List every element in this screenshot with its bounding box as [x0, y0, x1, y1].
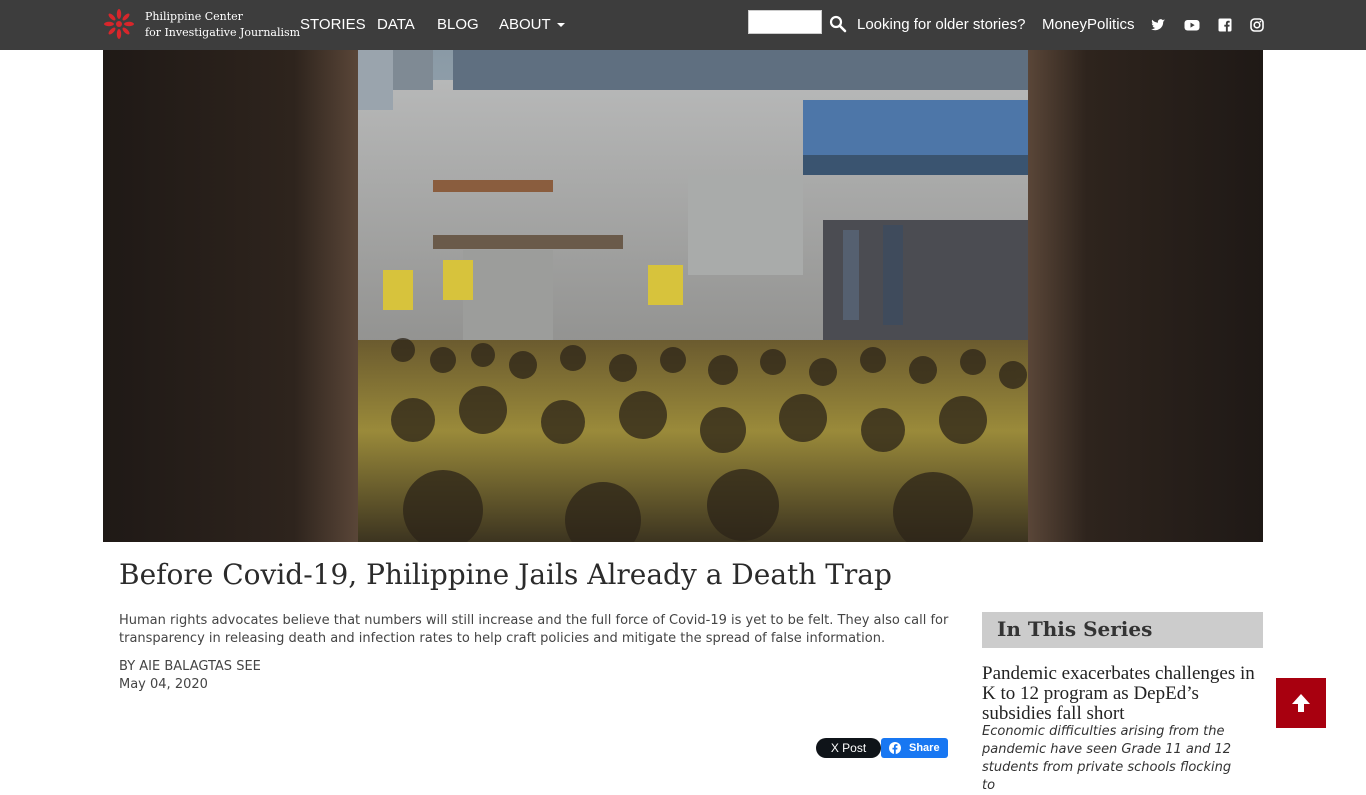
caret-down-icon — [556, 23, 565, 28]
search-icon[interactable] — [826, 12, 850, 36]
article-byline: BY AIE BALAGTAS SEE — [119, 659, 261, 674]
nav-about[interactable]: ABOUT — [499, 0, 565, 50]
back-to-top-button[interactable] — [1276, 678, 1326, 728]
top-navigation-bar: Philippine Center for Investigative Jour… — [0, 0, 1366, 50]
x-post-button[interactable]: X Post — [816, 738, 881, 758]
site-name[interactable]: Philippine Center for Investigative Jour… — [145, 9, 300, 41]
series-item-description: Economic difficulties arising from the p… — [982, 724, 1232, 793]
nav-data[interactable]: DATA — [377, 0, 415, 50]
twitter-icon[interactable] — [1150, 17, 1166, 33]
article-date: May 04, 2020 — [119, 677, 208, 692]
facebook-icon — [889, 742, 901, 754]
older-stories-link[interactable]: Looking for older stories? — [857, 0, 1025, 50]
article-title: Before Covid-19, Philippine Jails Alread… — [119, 558, 892, 591]
site-name-line1: Philippine Center — [145, 10, 243, 23]
nav-blog[interactable]: BLOG — [437, 0, 479, 50]
search-input[interactable] — [748, 10, 822, 34]
series-heading-box: In This Series — [982, 612, 1263, 648]
hero-image — [103, 50, 1263, 542]
facebook-icon[interactable] — [1217, 17, 1233, 33]
moneypolitics-link[interactable]: MoneyPolitics — [1042, 0, 1135, 50]
facebook-share-button[interactable]: Share — [881, 738, 948, 758]
article-summary: Human rights advocates believe that numb… — [119, 613, 949, 646]
jail-crowd-photo — [103, 50, 1263, 542]
facebook-share-label: Share — [909, 742, 940, 754]
nav-about-label: ABOUT — [499, 16, 551, 33]
arrow-up-icon — [1292, 694, 1310, 712]
pcij-logo-icon[interactable] — [103, 8, 135, 40]
series-heading: In This Series — [997, 617, 1153, 641]
nav-stories[interactable]: STORIES — [300, 0, 366, 50]
site-name-line2: for Investigative Journalism — [145, 26, 301, 39]
instagram-icon[interactable] — [1249, 17, 1265, 33]
series-item-title[interactable]: Pandemic exacerbates challenges in K to … — [982, 664, 1263, 724]
youtube-icon[interactable] — [1184, 17, 1200, 33]
